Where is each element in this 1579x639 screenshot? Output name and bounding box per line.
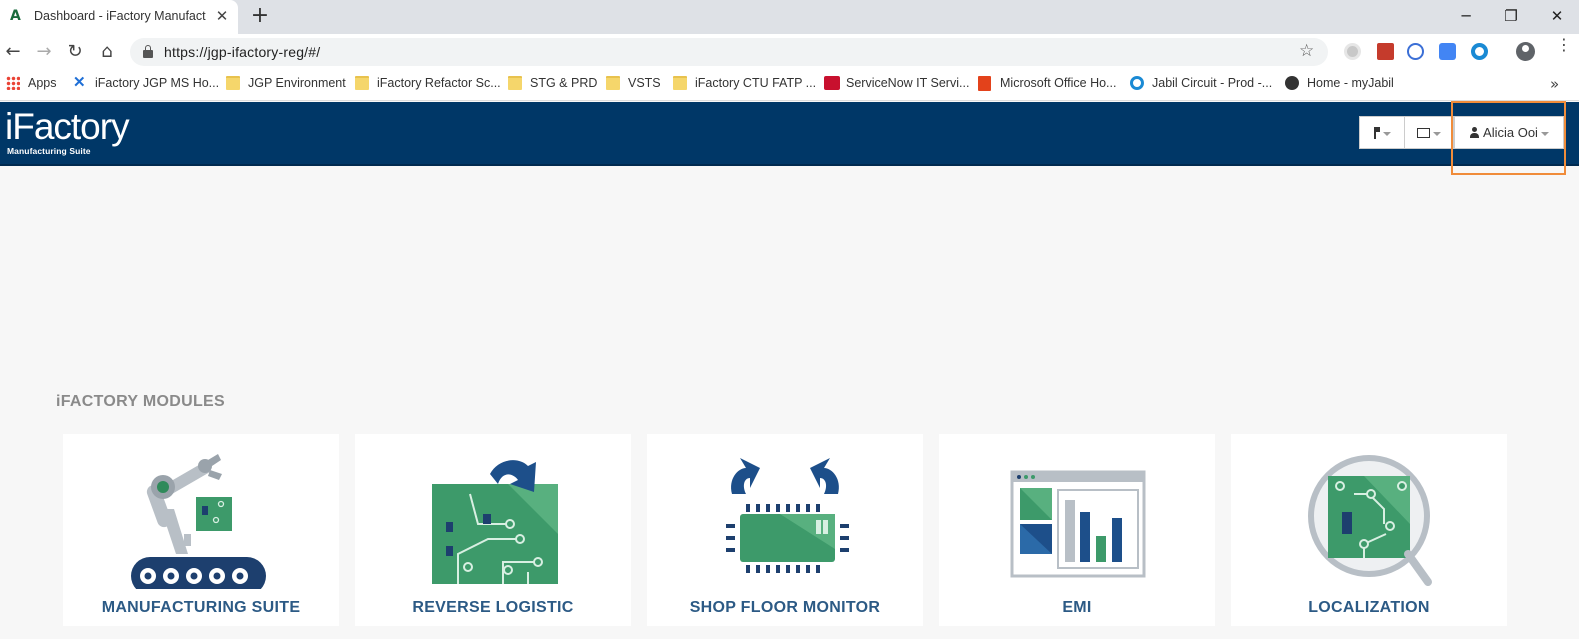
timer-extension-icon[interactable] <box>1407 43 1424 60</box>
confluence-icon: ✕ <box>73 74 86 91</box>
flag-icon <box>1373 127 1380 139</box>
module-card-shop-floor-monitor[interactable]: SHOP FLOOR MONITOR <box>647 434 923 626</box>
folder-icon <box>355 76 369 90</box>
address-bar[interactable]: https://jgp-ifactory-reg/#/ ☆ <box>130 38 1328 66</box>
messages-dropdown-button[interactable] <box>1404 116 1454 149</box>
module-card-manufacturing-suite[interactable]: MANUFACTURING SUITE <box>63 434 339 626</box>
translate-extension-icon[interactable] <box>1439 43 1456 60</box>
browser-toolbar: ← → ↻ ⌂ https://jgp-ifactory-reg/#/ ☆ ⋮ <box>0 34 1579 70</box>
module-label: REVERSE LOGISTIC <box>412 599 574 616</box>
tab-close-icon[interactable]: ✕ <box>213 7 231 25</box>
bookmarks-bar: Apps ✕ iFactory JGP MS Ho... JGP Environ… <box>0 70 1579 101</box>
ifactory-logo[interactable]: iFactory Manufacturing Suite <box>5 108 130 157</box>
folder-icon <box>508 76 522 90</box>
circle-extension-icon[interactable] <box>1471 43 1488 60</box>
language-dropdown-button[interactable] <box>1359 116 1405 149</box>
module-card-localization[interactable]: LOCALIZATION <box>1231 434 1507 626</box>
back-button[interactable]: ← <box>2 41 24 63</box>
apps-grid-icon <box>6 76 20 90</box>
robot-arm-conveyor-icon <box>131 454 266 589</box>
module-label: SHOP FLOOR MONITOR <box>689 599 881 616</box>
tab-title: Dashboard - iFactory Manufactur <box>34 9 206 23</box>
folder-icon <box>673 76 687 90</box>
circuit-board-return-icon <box>432 460 558 584</box>
close-window-button[interactable]: ✕ <box>1546 6 1568 26</box>
pdf-extension-icon[interactable] <box>1377 43 1394 60</box>
module-label: EMI <box>1062 599 1092 616</box>
chip-monitor-icon <box>726 458 849 573</box>
profile-avatar-icon[interactable] <box>1516 42 1535 61</box>
module-card-emi[interactable]: EMI <box>939 434 1215 626</box>
jabil-icon <box>1130 76 1144 90</box>
folder-icon <box>606 76 620 90</box>
minimize-window-button[interactable]: ─ <box>1455 6 1477 26</box>
restore-window-button[interactable]: ❐ <box>1500 6 1522 26</box>
reload-button[interactable]: ↻ <box>64 41 86 63</box>
browser-menu-icon[interactable]: ⋮ <box>1556 37 1572 60</box>
extension-gray-icon[interactable] <box>1344 43 1361 60</box>
office-icon <box>978 76 991 91</box>
module-label: MANUFACTURING SUITE <box>101 599 301 616</box>
dashboard-chart-icon <box>1010 470 1146 578</box>
modules-section-title: iFACTORY MODULES <box>56 393 225 410</box>
ifactory-favicon-icon: A <box>10 8 21 24</box>
magnifier-board-icon <box>1308 455 1432 586</box>
home-button[interactable]: ⌂ <box>96 41 118 63</box>
new-tab-button[interactable]: + <box>249 5 271 27</box>
module-label: LOCALIZATION <box>1308 599 1430 616</box>
bookmark-star-icon[interactable]: ☆ <box>1299 41 1314 61</box>
forward-button[interactable]: → <box>33 41 55 63</box>
app-header: iFactory Manufacturing Suite Alicia Ooi <box>0 102 1579 166</box>
folder-icon <box>226 76 240 90</box>
url-text[interactable]: https://jgp-ifactory-reg/#/ <box>164 44 320 60</box>
module-card-reverse-logistic[interactable]: REVERSE LOGISTIC <box>355 434 631 626</box>
globe-icon <box>1285 76 1299 90</box>
browser-tab-dashboard[interactable]: A Dashboard - iFactory Manufactur ✕ <box>0 0 238 34</box>
browser-tab-strip: A Dashboard - iFactory Manufactur ✕ + ─ … <box>0 0 1579 34</box>
lock-icon[interactable] <box>143 45 153 58</box>
user-menu-highlight <box>1451 101 1566 175</box>
servicenow-icon <box>824 76 840 90</box>
bookmarks-overflow-icon[interactable]: » <box>1550 75 1559 93</box>
envelope-icon <box>1417 128 1430 138</box>
